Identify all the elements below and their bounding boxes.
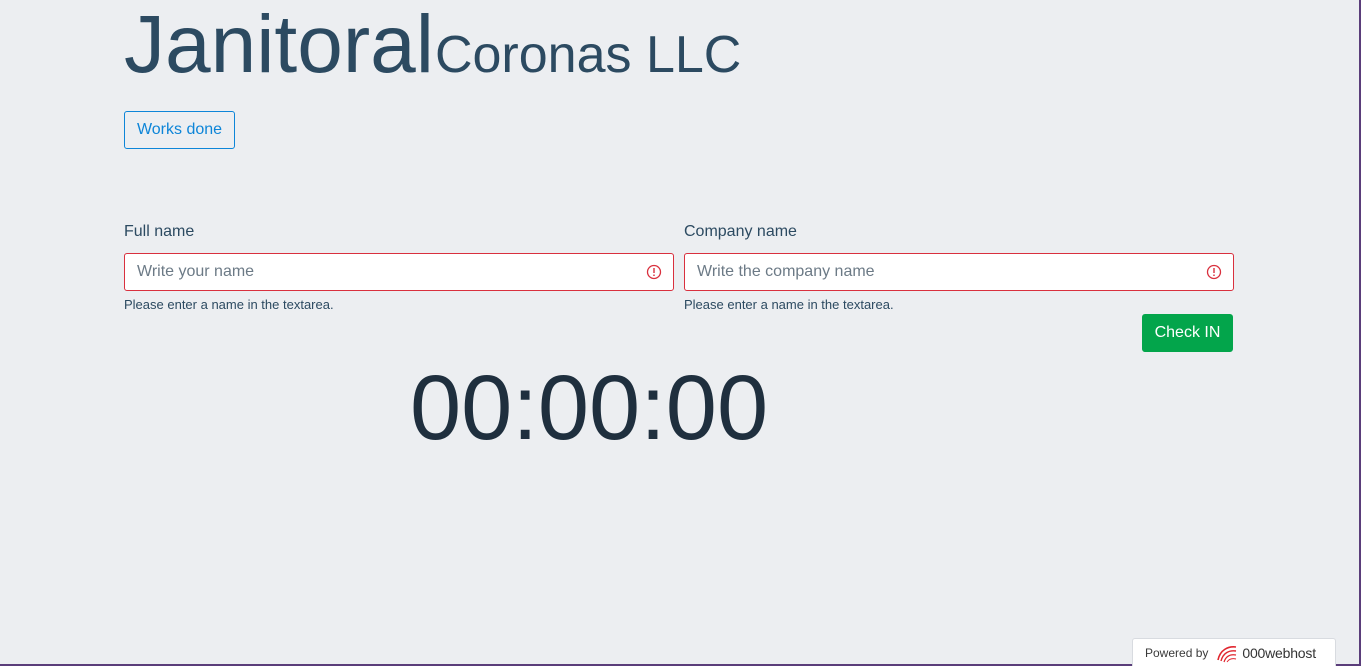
check-in-button[interactable]: Check IN bbox=[1142, 314, 1233, 352]
full-name-label: Full name bbox=[124, 223, 195, 240]
title-main: Janitoral bbox=[124, 0, 434, 90]
company-name-error: Please enter a name in the textarea. bbox=[684, 297, 894, 312]
works-done-button[interactable]: Works done bbox=[124, 111, 235, 149]
company-name-group: Company name Please enter a name in the … bbox=[684, 222, 1234, 312]
title-sub: Coronas LLC bbox=[434, 26, 742, 84]
brand-name: 000webhost bbox=[1242, 644, 1316, 661]
company-name-input[interactable] bbox=[685, 254, 1233, 290]
full-name-error: Please enter a name in the textarea. bbox=[124, 297, 334, 312]
page-title: JanitoralCoronas LLC bbox=[124, 4, 741, 86]
exclamation-circle-icon bbox=[646, 264, 662, 280]
page: JanitoralCoronas LLC Works done Full nam… bbox=[0, 0, 1361, 666]
powered-by-text: Powered by bbox=[1145, 645, 1209, 660]
000webhost-logo-icon bbox=[1217, 645, 1237, 662]
company-name-input-wrapper bbox=[684, 253, 1234, 291]
timer-display: 00:00:00 bbox=[410, 357, 769, 459]
exclamation-circle-icon bbox=[1206, 264, 1222, 280]
company-name-label: Company name bbox=[684, 223, 797, 240]
full-name-group: Full name Please enter a name in the tex… bbox=[124, 222, 674, 312]
full-name-input[interactable] bbox=[125, 254, 673, 290]
powered-by-badge[interactable]: Powered by 000webhost bbox=[1132, 638, 1336, 666]
full-name-input-wrapper bbox=[124, 253, 674, 291]
